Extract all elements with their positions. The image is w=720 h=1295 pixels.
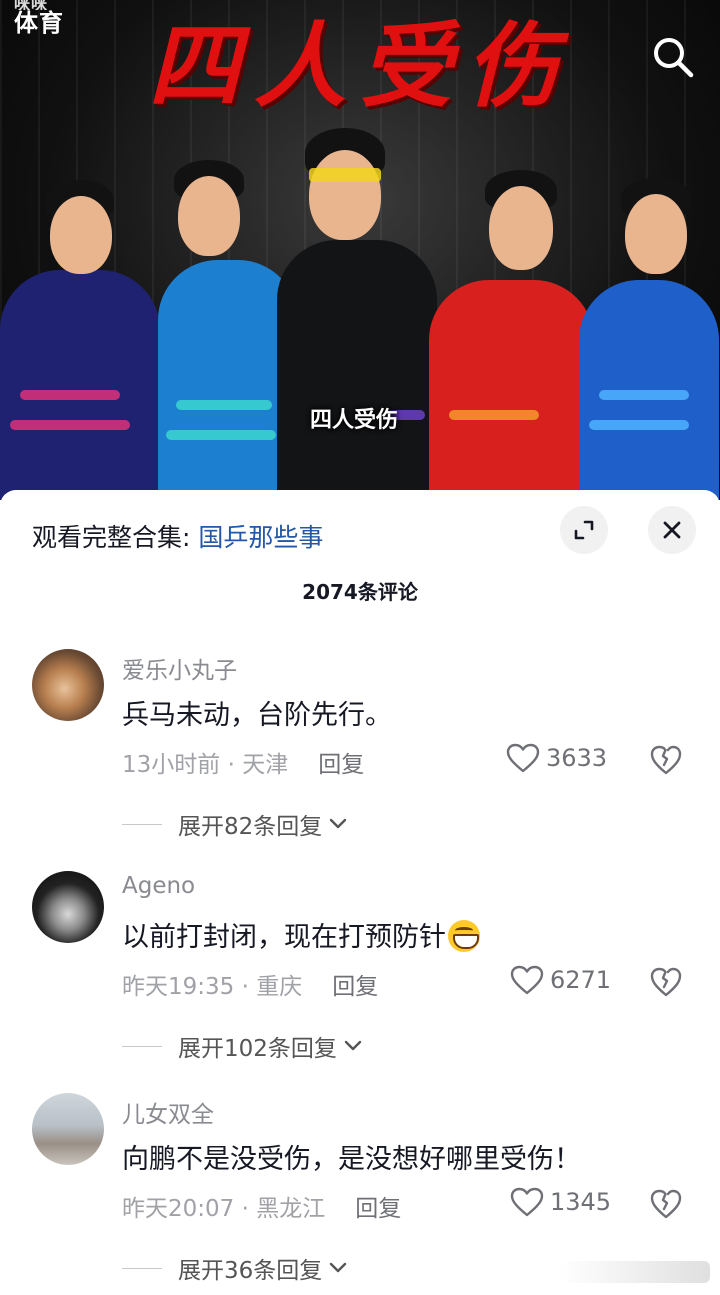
avatar[interactable]: [32, 1093, 104, 1165]
avatar[interactable]: [32, 649, 104, 721]
expand-replies-label: 展开82条回复: [178, 814, 323, 840]
brand-line-2: 体育: [14, 9, 64, 37]
expand-replies-button[interactable]: 展开102条回复: [122, 1029, 363, 1063]
search-icon: [654, 38, 694, 78]
player-figure-1: [0, 180, 170, 500]
cover-headline: 四人受伤: [147, 13, 572, 120]
expand-panel-button[interactable]: [560, 506, 608, 554]
collection-row[interactable]: 观看完整合集: 国乒那些事: [32, 518, 323, 554]
expand-replies-label: 展开36条回复: [178, 1258, 323, 1284]
video-cover[interactable]: 咪咪 体育 四人受伤 四人受伤: [0, 0, 720, 500]
player-figure-3: [275, 128, 445, 500]
comment-text-body: 以前打封闭，现在打预防针: [122, 922, 446, 953]
fullscreen-icon: [574, 520, 594, 540]
collection-link[interactable]: 国乒那些事: [198, 523, 323, 552]
divider-line: [122, 823, 162, 825]
comment-count: 2074条评论: [302, 580, 418, 604]
like-count: 3633: [546, 744, 608, 772]
avatar[interactable]: [32, 871, 104, 943]
divider-line: [122, 1045, 162, 1047]
comment-meta: 昨天19:35 · 重庆 回复: [122, 967, 378, 1001]
like-button[interactable]: 6271: [510, 965, 611, 995]
divider-line: [122, 1267, 162, 1269]
heart-icon: [510, 965, 544, 995]
close-icon: [663, 521, 681, 539]
collection-prefix: 观看完整合集:: [32, 523, 191, 552]
dislike-button[interactable]: [650, 1189, 682, 1223]
reply-button[interactable]: 回复: [332, 974, 378, 1000]
dislike-button[interactable]: [650, 967, 682, 1001]
like-count: 1345: [550, 1188, 612, 1216]
grinning-emoji-icon: [448, 920, 480, 952]
comment-meta: 昨天20:07 · 黑龙江 回复: [122, 1189, 401, 1223]
like-button[interactable]: 1345: [510, 1187, 611, 1217]
broken-heart-icon: [650, 745, 682, 775]
dislike-button[interactable]: [650, 745, 682, 779]
video-caption: 四人受伤: [310, 408, 399, 433]
like-count: 6271: [550, 966, 612, 994]
watermark: [560, 1261, 710, 1283]
comment-text: 向鹏不是没受伤，是没想好哪里受伤！: [122, 1144, 581, 1175]
comment-text: 兵马未动，台阶先行。: [122, 700, 392, 731]
heart-icon: [510, 1187, 544, 1217]
chevron-down-icon: [344, 1040, 362, 1051]
chevron-down-icon: [330, 818, 347, 829]
broken-heart-icon: [650, 1189, 682, 1219]
brand-line-1: 咪咪: [14, 0, 49, 10]
comment-time-location: 13小时前 · 天津: [122, 752, 289, 778]
comment-meta: 13小时前 · 天津 回复: [122, 745, 364, 779]
broken-heart-icon: [650, 967, 682, 997]
player-figure-4: [425, 170, 600, 500]
reply-button[interactable]: 回复: [355, 1196, 401, 1222]
reply-button[interactable]: 回复: [318, 752, 364, 778]
comment-text: 以前打封闭，现在打预防针: [122, 915, 480, 954]
brand-logo: 咪咪 体育: [14, 0, 64, 36]
comment-username[interactable]: Ageno: [122, 873, 195, 899]
player-figure-5: [575, 178, 720, 500]
expand-replies-button[interactable]: 展开82条回复: [122, 807, 348, 841]
chevron-down-icon: [330, 1262, 347, 1273]
expand-replies-label: 展开102条回复: [178, 1036, 337, 1062]
like-button[interactable]: 3633: [506, 743, 607, 773]
close-panel-button[interactable]: [648, 506, 696, 554]
comment-username[interactable]: 爱乐小丸子: [122, 651, 237, 685]
comment-time-location: 昨天20:07 · 黑龙江: [122, 1196, 326, 1222]
comment-time-location: 昨天19:35 · 重庆: [122, 974, 303, 1000]
heart-icon: [506, 743, 540, 773]
comment-panel: 观看完整合集: 国乒那些事 2074条评论 爱乐小丸子 兵马未动，台阶先行。 1…: [0, 490, 720, 1295]
search-button[interactable]: [650, 34, 696, 80]
comment-username[interactable]: 儿女双全: [122, 1095, 214, 1129]
expand-replies-button[interactable]: 展开36条回复: [122, 1251, 348, 1285]
